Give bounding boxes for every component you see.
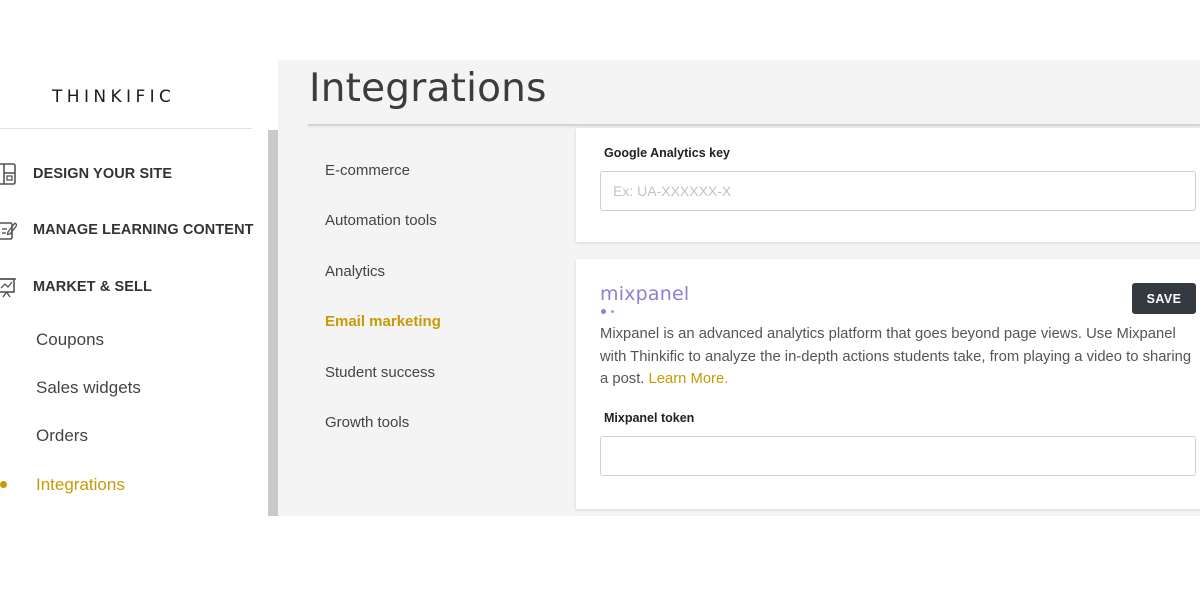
nav-manage-learning-content[interactable]: MANAGE LEARNING CONTENT bbox=[0, 215, 254, 245]
nav-market-and-sell[interactable]: MARKET & SELL bbox=[0, 272, 152, 302]
presentation-chart-icon bbox=[0, 278, 16, 298]
nav-label: DESIGN YOUR SITE bbox=[33, 166, 173, 182]
mixpanel-logo-dots bbox=[601, 309, 614, 315]
section-link-analytics[interactable]: Analytics bbox=[325, 263, 385, 280]
mixpanel-logo-text: mixpanel bbox=[600, 283, 690, 305]
subnav-orders[interactable]: Orders bbox=[36, 426, 88, 446]
sidebar: THINKIFIC DESIGN YOUR SITE MANAGE LEARNI… bbox=[0, 60, 278, 516]
mixpanel-logo: mixpanel bbox=[600, 283, 690, 314]
mixpanel-token-input[interactable] bbox=[600, 436, 1196, 476]
section-link-student-success[interactable]: Student success bbox=[325, 364, 435, 381]
mixpanel-description: Mixpanel is an advanced analytics platfo… bbox=[600, 323, 1192, 391]
title-divider bbox=[308, 124, 1200, 126]
subnav-integrations[interactable]: Integrations bbox=[36, 475, 125, 495]
edit-icon bbox=[0, 222, 17, 240]
layout-icon bbox=[0, 163, 16, 185]
section-link-growth-tools[interactable]: Growth tools bbox=[325, 414, 409, 431]
mixpanel-card: mixpanel SAVE Mixpanel is an advanced an… bbox=[576, 259, 1200, 509]
sidebar-scrollbar[interactable] bbox=[268, 130, 278, 516]
save-button[interactable]: SAVE bbox=[1132, 283, 1196, 314]
mixpanel-token-label: Mixpanel token bbox=[604, 411, 695, 425]
main-content: Integrations E-commerce Automation tools… bbox=[278, 60, 1200, 516]
section-link-email-marketing[interactable]: Email marketing bbox=[325, 313, 441, 330]
nav-label: MANAGE LEARNING CONTENT bbox=[33, 222, 254, 238]
google-analytics-key-input[interactable] bbox=[600, 171, 1196, 211]
sidebar-divider bbox=[0, 128, 252, 129]
nav-label: MARKET & SELL bbox=[33, 279, 152, 295]
google-analytics-card: Google Analytics key bbox=[576, 128, 1200, 242]
learn-more-link[interactable]: Learn More. bbox=[649, 371, 729, 387]
active-indicator-dot bbox=[0, 481, 7, 488]
section-link-ecommerce[interactable]: E-commerce bbox=[325, 162, 410, 179]
subnav-sales-widgets[interactable]: Sales widgets bbox=[36, 378, 141, 398]
subnav-coupons[interactable]: Coupons bbox=[36, 330, 104, 350]
page-title: Integrations bbox=[309, 66, 547, 111]
section-link-automation-tools[interactable]: Automation tools bbox=[325, 212, 437, 229]
thinkific-logo[interactable]: THINKIFIC bbox=[52, 87, 175, 107]
nav-design-your-site[interactable]: DESIGN YOUR SITE bbox=[0, 159, 172, 189]
google-analytics-key-label: Google Analytics key bbox=[604, 146, 730, 160]
